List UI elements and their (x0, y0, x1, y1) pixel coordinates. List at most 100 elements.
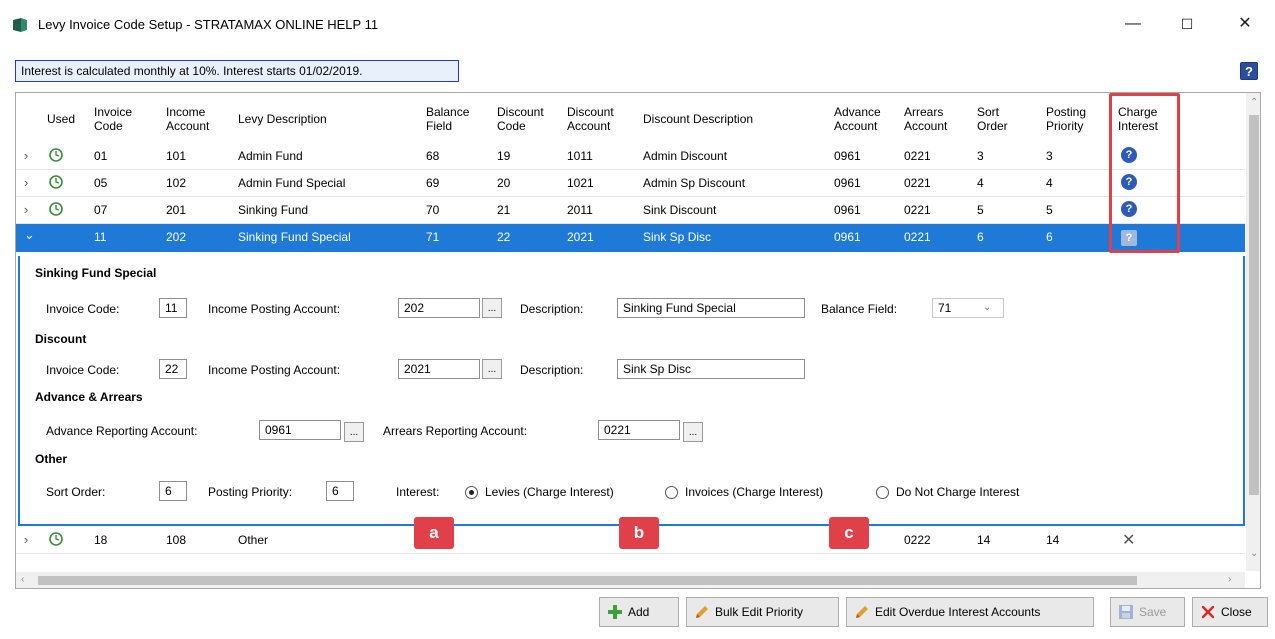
cell-discount-description: Sink Discount (643, 203, 717, 217)
radio-levies-charge-interest[interactable] (465, 486, 478, 499)
cell-arrears-account: 0221 (904, 203, 931, 217)
cell-invoice-code: 18 (94, 533, 108, 547)
table-row[interactable]: › 05 102 Admin Fund Special 69 20 1021 A… (16, 170, 1245, 197)
cell-income-account: 202 (166, 230, 187, 244)
minimize-button[interactable]: — (1110, 8, 1156, 40)
cell-invoice-code: 11 (94, 230, 107, 244)
edit-overdue-interest-button[interactable]: Edit Overdue Interest Accounts (846, 597, 1094, 627)
scroll-down-icon[interactable]: ⌄ (1250, 548, 1258, 559)
discount-section-title: Discount (35, 332, 87, 346)
balance-field-select[interactable]: 71 ⌄ (932, 298, 1004, 318)
cell-income-account: 101 (166, 149, 187, 163)
description-field[interactable]: Sinking Fund Special (617, 298, 805, 318)
scroll-right-icon[interactable]: › (1228, 574, 1231, 585)
balance-field-value: 71 (938, 301, 952, 315)
cell-balance-field: 68 (426, 149, 440, 163)
cell-invoice-code: 01 (94, 149, 108, 163)
used-clock-icon (49, 202, 63, 216)
callout-a: a (414, 517, 454, 549)
cell-posting-priority: 5 (1046, 203, 1053, 217)
levy-code-grid: Used Invoice Code Income Account Levy Desc… (15, 92, 1261, 589)
cell-discount-description: Sink Sp Disc (643, 230, 712, 244)
close-window-button[interactable]: ✕ (1222, 8, 1268, 40)
radio-invoices-charge-interest[interactable] (665, 486, 678, 499)
bulk-edit-label: Bulk Edit Priority (715, 605, 804, 619)
pencil-icon (696, 606, 708, 618)
vertical-scroll-thumb[interactable] (1249, 115, 1259, 495)
radio-do-not-charge-interest[interactable] (876, 486, 889, 499)
discount-income-posting-field[interactable]: 2021 (398, 359, 480, 379)
radio-levies-label[interactable]: Levies (Charge Interest) (485, 485, 614, 499)
horizontal-scroll-thumb[interactable] (38, 576, 1137, 585)
header-balance-field[interactable]: Balance Field (426, 105, 469, 133)
arrears-browse-button[interactable]: ... (683, 422, 703, 442)
add-button[interactable]: Add (599, 597, 679, 627)
posting-priority-field[interactable]: 6 (326, 481, 354, 501)
advance-reporting-field[interactable]: 0961 (259, 420, 341, 440)
header-sort-order[interactable]: Sort Order (977, 105, 1008, 133)
posting-priority-label: Posting Priority: (208, 485, 293, 499)
window-title: Levy Invoice Code Setup - STRATAMAX ONLI… (38, 17, 379, 32)
arrears-reporting-field[interactable]: 0221 (598, 420, 680, 440)
radio-invoices-label[interactable]: Invoices (Charge Interest) (685, 485, 823, 499)
close-button[interactable]: Close (1192, 597, 1268, 627)
header-advance-account[interactable]: Advance Account (834, 105, 881, 133)
edit-overdue-label: Edit Overdue Interest Accounts (875, 605, 1041, 619)
bulk-edit-priority-button[interactable]: Bulk Edit Priority (686, 597, 839, 627)
cell-posting-priority: 4 (1046, 176, 1053, 190)
header-arrears-account[interactable]: Arrears Account (904, 105, 947, 133)
chevron-down-icon: ⌄ (983, 302, 992, 313)
sort-order-field[interactable]: 6 (159, 481, 187, 501)
close-button-label: Close (1221, 605, 1252, 619)
help-icon[interactable]: ? (1240, 62, 1258, 80)
save-button[interactable]: Save (1110, 597, 1185, 627)
cell-levy-description: Other (238, 533, 269, 547)
no-interest-x-icon[interactable]: ✕ (1122, 530, 1135, 550)
invoice-code-field[interactable]: 11 (159, 298, 187, 318)
cell-sort-order: 3 (977, 149, 984, 163)
table-row[interactable]: › 01 101 Admin Fund 68 19 1011 Admin Dis… (16, 143, 1245, 170)
invoice-code-label: Invoice Code: (46, 302, 120, 316)
other-section-title: Other (35, 452, 68, 466)
radio-do-not-charge-label[interactable]: Do Not Charge Interest (896, 485, 1019, 499)
cell-arrears-account: 0221 (904, 176, 931, 190)
header-discount-code[interactable]: Discount Code (497, 105, 544, 133)
scroll-up-icon[interactable]: ⌃ (1250, 97, 1258, 108)
income-posting-browse-button[interactable]: ... (482, 298, 502, 318)
cell-arrears-account: 0221 (904, 149, 931, 163)
header-discount-description[interactable]: Discount Description (643, 112, 753, 126)
expand-chevron-icon[interactable]: › (24, 175, 28, 190)
cell-balance-field: 70 (426, 203, 440, 217)
income-posting-field[interactable]: 202 (398, 298, 480, 318)
header-discount-account[interactable]: Discount Account (567, 105, 614, 133)
table-row[interactable]: › 07 201 Sinking Fund 70 21 2011 Sink Di… (16, 197, 1245, 224)
discount-income-browse-button[interactable]: ... (482, 359, 502, 379)
detail-section-title: Sinking Fund Special (35, 266, 157, 280)
cell-advance-account: 0961 (834, 176, 861, 190)
scroll-left-icon[interactable]: ‹ (21, 574, 24, 585)
expand-chevron-icon[interactable]: › (24, 202, 28, 217)
discount-description-field[interactable]: Sink Sp Disc (617, 359, 805, 379)
cell-balance-field: 69 (426, 176, 440, 190)
header-invoice-code[interactable]: Invoice Code (94, 105, 132, 133)
header-income-account[interactable]: Income Account (166, 105, 209, 133)
add-button-label: Add (628, 605, 650, 619)
header-levy-description[interactable]: Levy Description (238, 112, 327, 126)
discount-invoice-code-field[interactable]: 22 (159, 359, 187, 379)
description-label: Description: (520, 302, 584, 316)
header-used[interactable]: Used (47, 112, 75, 126)
cell-advance-account: 0961 (834, 203, 861, 217)
title-bar: Levy Invoice Code Setup - STRATAMAX ONLI… (0, 0, 1275, 44)
maximize-button[interactable]: ☐ (1164, 8, 1210, 40)
cell-discount-account: 1011 (567, 149, 593, 163)
collapse-chevron-icon[interactable]: ⌄ (24, 227, 35, 243)
expand-chevron-icon[interactable]: › (24, 148, 28, 163)
cell-discount-code: 21 (497, 203, 511, 217)
header-posting-priority[interactable]: Posting Priority (1046, 105, 1086, 133)
floppy-disk-icon (1119, 605, 1133, 619)
cell-discount-description: Admin Discount (643, 149, 728, 163)
table-row-selected[interactable]: ⌄ 11 202 Sinking Fund Special 71 22 2021… (16, 224, 1245, 252)
advance-browse-button[interactable]: ... (344, 422, 364, 442)
expand-chevron-icon[interactable]: › (24, 532, 28, 547)
cell-sort-order: 6 (977, 230, 984, 244)
